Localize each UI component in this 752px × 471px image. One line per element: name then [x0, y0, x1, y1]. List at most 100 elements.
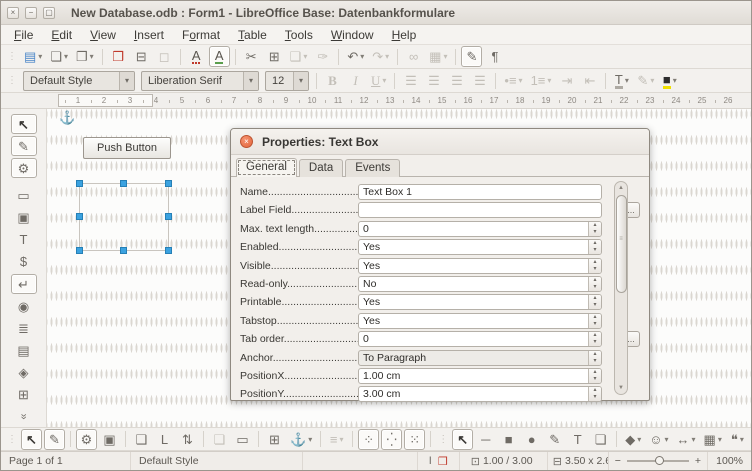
position-size-button[interactable]: ⊞ ▾ — [264, 429, 285, 450]
label-field-tool[interactable]: ▭ — [11, 185, 37, 205]
select-tool[interactable]: ↖ — [11, 114, 37, 134]
dropdown-arrow[interactable]: ▾ — [740, 435, 744, 444]
resize-handle-s[interactable] — [120, 247, 127, 254]
zoom-in-button[interactable]: + — [695, 455, 701, 467]
dropdown-arrow[interactable]: ▾ — [90, 52, 94, 61]
spin-up-arrow[interactable]: ▴ — [589, 259, 601, 266]
spin-down-arrow[interactable]: ▾ — [589, 339, 601, 346]
spin-down-arrow[interactable]: ▾ — [589, 321, 601, 328]
formatted-field-tool[interactable]: $ — [11, 252, 37, 272]
formatting-marks-button[interactable]: ¶ ▾ — [484, 46, 505, 67]
zoom-slider-thumb[interactable] — [655, 456, 664, 465]
copy-button[interactable]: ⊞ ▾ — [264, 46, 285, 67]
dropdown-arrow[interactable]: ▾ — [382, 76, 386, 85]
zoom-out-button[interactable]: − — [615, 455, 621, 467]
add-field-button[interactable]: ⇅ ▾ — [177, 429, 198, 450]
menu-file[interactable]: File — [5, 27, 42, 43]
spinner[interactable]: ▴ ▾ — [588, 240, 601, 254]
resize-handle-e[interactable] — [165, 213, 172, 220]
list-box-tool[interactable]: ≣ — [11, 318, 37, 338]
spinner[interactable]: ▴ ▾ — [588, 277, 601, 291]
rectangle-tool[interactable]: ■ ▾ — [498, 429, 519, 450]
dropdown-arrow[interactable]: ▾ — [650, 76, 654, 85]
toolbar-grip[interactable]: ⋮ — [7, 75, 17, 86]
property-value-field[interactable]: Text Box 1 ▴ ▾ — [358, 184, 602, 200]
push-button-tool[interactable]: ↵ — [11, 274, 37, 294]
spin-down-arrow[interactable]: ▾ — [589, 284, 601, 291]
dialog-close-button[interactable]: × — [240, 135, 253, 148]
open-in-design-mode-button[interactable]: ▭ ▾ — [232, 429, 253, 450]
object-position-status[interactable]: ⊡ 1.00 / 3.00 — [460, 452, 548, 470]
drawing-select-button[interactable]: ↖ ▾ — [452, 429, 473, 450]
spin-down-arrow[interactable]: ▾ — [589, 302, 601, 309]
resize-handle-sw[interactable] — [76, 247, 83, 254]
canvas-push-button[interactable]: Push Button — [83, 137, 171, 159]
dropdown-arrow[interactable]: ▾ — [308, 435, 312, 444]
snap-to-grid-button[interactable]: ⁛ ▾ — [381, 429, 402, 450]
zoom-level-status[interactable]: 100% — [707, 452, 751, 470]
dropdown-arrow[interactable]: ▾ — [665, 435, 669, 444]
spin-down-arrow[interactable]: ▾ — [589, 266, 601, 273]
spin-up-arrow[interactable]: ▴ — [589, 222, 601, 229]
spinner[interactable]: ▴ ▾ — [588, 387, 601, 401]
export-pdf-button[interactable]: ❒ ▾ — [108, 46, 129, 67]
spin-down-arrow[interactable]: ▾ — [589, 247, 601, 254]
insert-text-box-tool[interactable]: T ▾ — [567, 429, 588, 450]
dropdown-arrow[interactable]: ▾ — [547, 76, 551, 85]
property-value-field[interactable]: To Paragraph ▴ ▾ — [358, 350, 602, 366]
block-arrows-button[interactable]: ↔ ▾ — [674, 429, 699, 450]
form-design-button[interactable]: ▤ ▾ — [21, 46, 45, 67]
freeform-line-tool[interactable]: ✎ ▾ — [544, 429, 565, 450]
property-value-field[interactable]: Yes ▴ ▾ — [358, 239, 602, 255]
spinner[interactable]: ▴ ▾ — [588, 332, 601, 346]
toolbar-grip[interactable]: ⋮ — [438, 434, 448, 445]
spin-up-arrow[interactable]: ▴ — [589, 314, 601, 321]
combo-dropdown-arrow[interactable]: ▾ — [119, 72, 134, 90]
dialog-scrollbar[interactable]: ▲ ≡ ▼ — [614, 181, 628, 395]
resize-handle-w[interactable] — [76, 213, 83, 220]
font-color-button[interactable]: T ▾ — [611, 70, 632, 91]
auto-spellcheck-button[interactable]: A ▾ — [209, 46, 230, 67]
form-canvas[interactable]: ⚓ Push Button × Properties: Text Box — [47, 109, 751, 427]
flowchart-button[interactable]: ▦ ▾ — [701, 429, 725, 450]
toolbar-grip[interactable]: ⋮ — [7, 51, 17, 62]
resize-handle-nw[interactable] — [76, 180, 83, 187]
undo-button[interactable]: ↶ ▾ — [344, 46, 367, 67]
spin-down-arrow[interactable]: ▾ — [589, 229, 601, 236]
property-value-field[interactable]: Yes ▴ ▾ — [358, 313, 602, 329]
selection-mode-status[interactable]: I ❒ — [418, 452, 460, 470]
zoom-slider[interactable] — [627, 460, 689, 462]
scroll-up-arrow[interactable]: ▲ — [615, 182, 627, 194]
background-color-button[interactable]: ■ ▾ — [659, 70, 680, 91]
option-button-tool[interactable]: ◉ — [11, 296, 37, 316]
dropdown-arrow[interactable]: ▾ — [38, 52, 42, 61]
maximize-window-button[interactable]: ▢ — [43, 7, 55, 19]
selected-text-box[interactable] — [79, 183, 169, 251]
design-mode-toggle[interactable]: ✎ — [11, 136, 37, 156]
dropdown-arrow[interactable]: ▾ — [519, 76, 523, 85]
combo-dropdown-arrow[interactable]: ▾ — [293, 72, 308, 90]
spinner[interactable]: ▴ ▾ — [588, 259, 601, 273]
print-button[interactable]: ⊟ ▾ — [131, 46, 152, 67]
menu-format[interactable]: Format — [173, 27, 229, 43]
spin-up-arrow[interactable]: ▴ — [589, 332, 601, 339]
tab-general[interactable]: General — [236, 158, 297, 177]
cut-button[interactable]: ✂ ▾ — [241, 46, 262, 67]
property-value-field[interactable]: ▴ ▾ — [358, 202, 602, 218]
spinner[interactable]: ▴ ▾ — [588, 351, 601, 365]
more-controls-tool[interactable]: ⊞ — [11, 385, 37, 405]
display-grid-button[interactable]: ⁘ ▾ — [358, 429, 379, 450]
spin-down-arrow[interactable]: ▾ — [589, 376, 601, 383]
scroll-down-arrow[interactable]: ▼ — [615, 382, 627, 394]
dialog-title-bar[interactable]: × Properties: Text Box — [231, 129, 649, 155]
dropdown-arrow[interactable]: ▾ — [692, 435, 696, 444]
ellipse-tool[interactable]: ● ▾ — [521, 429, 542, 450]
group-box-tool[interactable]: ▣ — [11, 208, 37, 228]
callout-tool[interactable]: ❏ ▾ — [590, 429, 611, 450]
dropdown-arrow[interactable]: ▾ — [625, 76, 629, 85]
spinner[interactable]: ▴ ▾ — [588, 222, 601, 236]
dropdown-arrow[interactable]: ▾ — [339, 435, 343, 444]
spin-down-arrow[interactable]: ▾ — [589, 358, 601, 365]
page-count-status[interactable]: Page 1 of 1 — [1, 452, 131, 470]
resize-handle-se[interactable] — [165, 247, 172, 254]
